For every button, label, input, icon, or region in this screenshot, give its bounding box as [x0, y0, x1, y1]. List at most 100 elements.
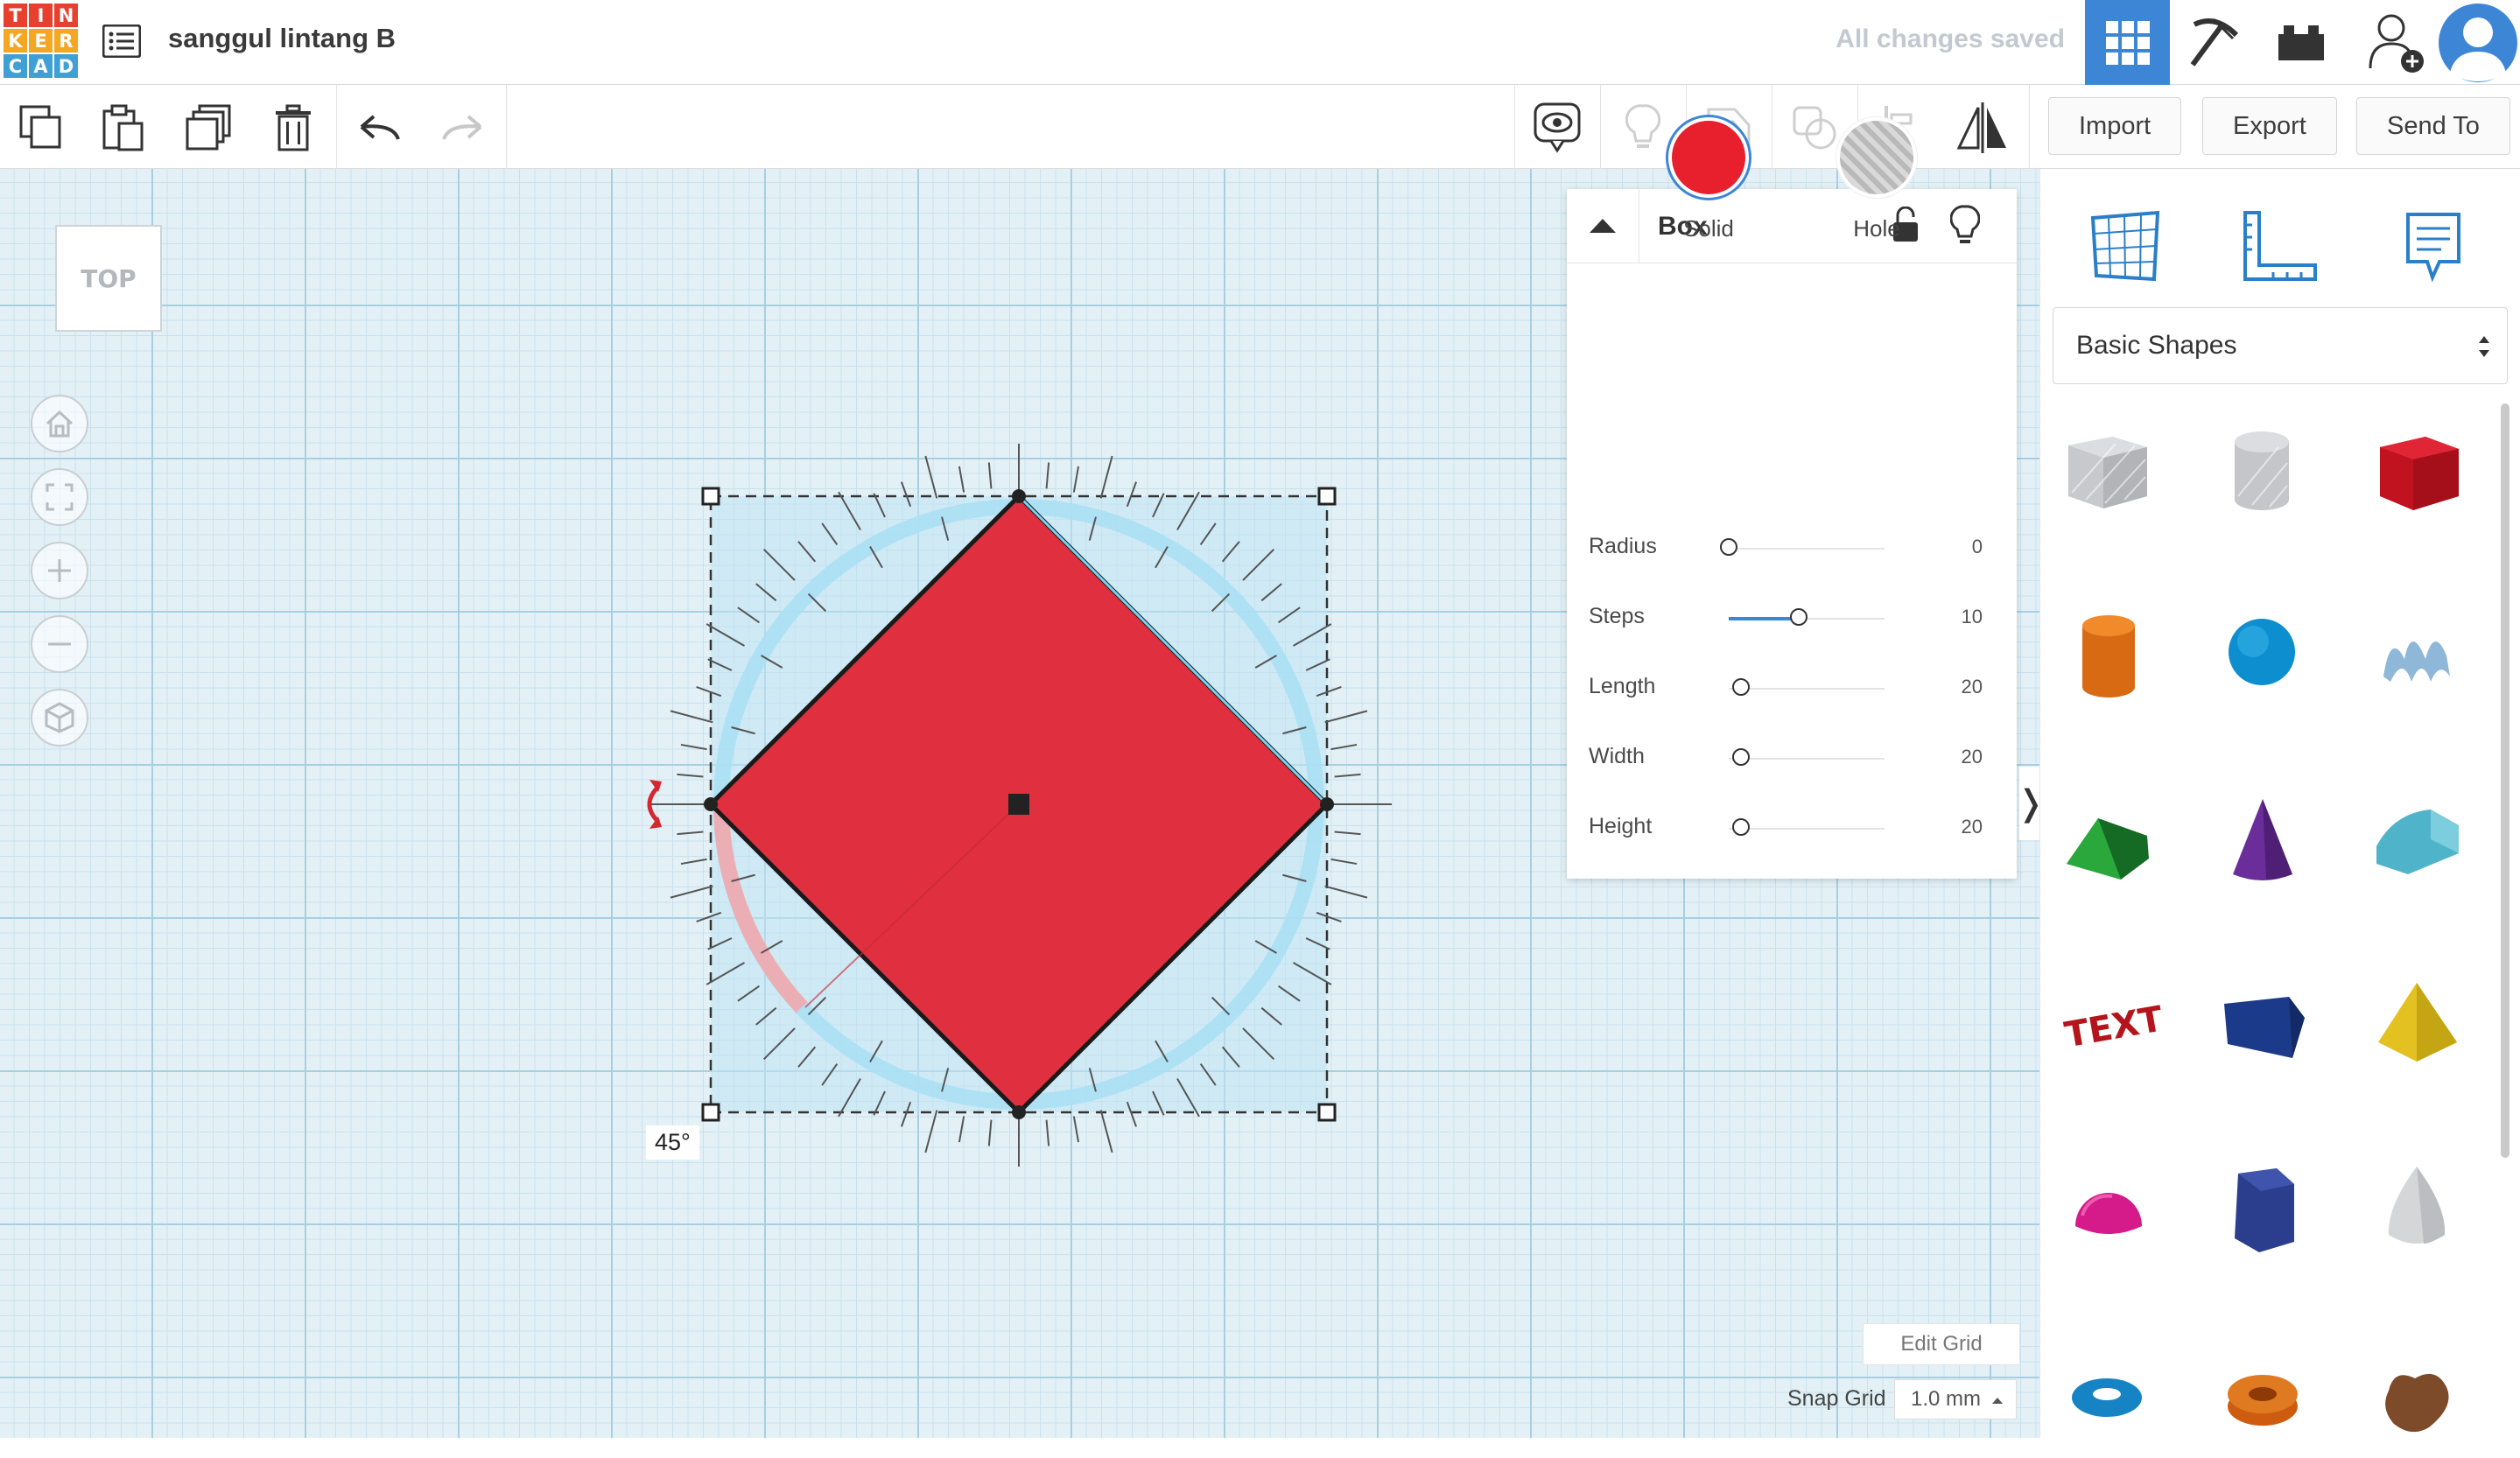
- shape-library-select[interactable]: Basic Shapes: [2053, 307, 2508, 384]
- panel-scrollbar[interactable]: [2501, 403, 2509, 1158]
- avatar-icon: [2438, 3, 2517, 82]
- param-radius: Radius 0: [1589, 530, 1991, 565]
- shape-polygon[interactable]: [2205, 969, 2319, 1083]
- vertex-handle-left[interactable]: [704, 797, 718, 811]
- polygon-icon: [2224, 997, 2305, 1058]
- design-menu-icon[interactable]: [102, 23, 142, 60]
- shape-hexagonal-prism[interactable]: [2205, 1154, 2319, 1268]
- shape-tube[interactable]: [2205, 1340, 2319, 1454]
- rotation-tick: [987, 1119, 993, 1146]
- vertex-handle-bottom[interactable]: [1012, 1105, 1026, 1119]
- param-slider-knob[interactable]: [1732, 748, 1751, 766]
- vertex-handle-right[interactable]: [1320, 797, 1334, 811]
- param-slider-track[interactable]: [1729, 688, 1885, 690]
- shape-round-roof[interactable]: [2359, 783, 2473, 897]
- shape-pyramid[interactable]: [2359, 969, 2473, 1083]
- mirror-button[interactable]: [1955, 101, 2010, 155]
- solid-swatch[interactable]: [1668, 117, 1749, 198]
- snap-grid-value: 1.0 mm: [1911, 1387, 1982, 1411]
- param-slider-track[interactable]: [1729, 828, 1885, 830]
- rotation-tick: [670, 885, 713, 899]
- shape-text[interactable]: TEXT: [2051, 969, 2167, 1083]
- param-value[interactable]: 20: [1962, 746, 1983, 768]
- shape-box[interactable]: [2359, 412, 2473, 526]
- param-slider-knob[interactable]: [1732, 678, 1751, 696]
- shape-box-hole[interactable]: [2051, 412, 2165, 526]
- workplane-tab[interactable]: [2077, 199, 2173, 295]
- param-slider-track[interactable]: [1729, 548, 1885, 550]
- corner-handle-top-left[interactable]: [701, 487, 720, 506]
- shape-cone[interactable]: [2205, 783, 2319, 897]
- hide-shape-button[interactable]: [1949, 205, 1981, 251]
- invite-user-button[interactable]: [2355, 0, 2439, 85]
- param-slider-fill: [1729, 617, 1800, 620]
- param-slider-knob[interactable]: [1790, 608, 1808, 626]
- import-button[interactable]: Import: [2048, 97, 2182, 155]
- rotation-tick: [1045, 1119, 1050, 1146]
- notes-tab[interactable]: [2385, 199, 2481, 295]
- shape-paraboloid[interactable]: [2359, 1154, 2473, 1268]
- logo-letter: N: [54, 4, 78, 27]
- mirror-icon: [1956, 102, 2006, 153]
- trash-icon: [276, 104, 311, 151]
- send-to-button[interactable]: Send To: [2356, 97, 2510, 155]
- export-button[interactable]: Export: [2202, 97, 2337, 155]
- blocks-view-button[interactable]: [2172, 0, 2257, 85]
- user-avatar[interactable]: [2435, 0, 2520, 85]
- shape-scribble[interactable]: [2359, 598, 2473, 711]
- shape-torus[interactable]: [2051, 1340, 2165, 1454]
- corner-handle-bottom-left[interactable]: [701, 1103, 720, 1122]
- edit-grid-button[interactable]: Edit Grid: [1863, 1323, 2020, 1365]
- paste-button[interactable]: [96, 101, 151, 155]
- svg-text:TEXT: TEXT: [2062, 999, 2165, 1055]
- param-label: Height: [1589, 814, 1653, 838]
- vertex-handle-top[interactable]: [1012, 489, 1026, 503]
- shape-heart[interactable]: [2359, 1340, 2473, 1454]
- param-slider-knob[interactable]: [1720, 538, 1737, 556]
- param-value[interactable]: 20: [1962, 816, 1983, 838]
- snap-grid-label: Snap Grid: [1787, 1386, 1886, 1411]
- collapse-inspector-button[interactable]: [1567, 189, 1639, 263]
- shape-half-sphere[interactable]: [2051, 1154, 2165, 1268]
- param-value[interactable]: 20: [1962, 676, 1983, 698]
- design-title[interactable]: sanggul lintang B: [168, 23, 396, 54]
- redo-button[interactable]: [435, 101, 489, 155]
- hole-swatch[interactable]: [1836, 117, 1917, 198]
- shape-cylinder[interactable]: [2051, 598, 2165, 711]
- param-label: Steps: [1589, 604, 1645, 628]
- hole-option[interactable]: Hole: [1824, 117, 1929, 242]
- 3d-view-button[interactable]: [2085, 0, 2170, 85]
- cone-icon: [2233, 799, 2292, 880]
- select-arrows-icon: [2479, 336, 2489, 357]
- copy-button[interactable]: [14, 101, 68, 155]
- shape-sphere[interactable]: [2205, 598, 2319, 711]
- save-status: All changes saved: [1836, 25, 2065, 53]
- param-length: Length 20: [1589, 670, 1991, 705]
- roof-icon: [2067, 818, 2149, 880]
- shape-cylinder-hole[interactable]: [2205, 412, 2319, 526]
- hole-label: Hole: [1853, 215, 1900, 242]
- corner-handle-bottom-right[interactable]: [1317, 1103, 1337, 1122]
- undo-button[interactable]: [353, 101, 407, 155]
- snap-grid-select[interactable]: 1.0 mm: [1894, 1379, 2017, 1419]
- param-label: Width: [1589, 744, 1645, 768]
- center-handle[interactable]: [1008, 794, 1029, 815]
- param-slider-knob[interactable]: [1732, 818, 1751, 836]
- scribble-icon: [2383, 641, 2450, 682]
- corner-handle-top-right[interactable]: [1317, 487, 1337, 506]
- tinkercad-logo[interactable]: TIN KER CAD: [4, 4, 79, 79]
- shape-roof[interactable]: [2051, 783, 2165, 897]
- param-value[interactable]: 10: [1962, 606, 1983, 628]
- param-slider-track[interactable]: [1729, 758, 1885, 760]
- logo-letter: K: [4, 29, 27, 53]
- pyramid-icon: [2378, 983, 2457, 1062]
- delete-button[interactable]: [266, 101, 320, 155]
- show-all-button[interactable]: [1530, 101, 1584, 155]
- solid-option[interactable]: Solid: [1656, 117, 1761, 242]
- ruler-tab[interactable]: [2231, 199, 2327, 295]
- duplicate-button[interactable]: [182, 101, 236, 155]
- logo-letter: T: [4, 4, 27, 27]
- duplicate-icon: [186, 104, 231, 151]
- bricks-view-button[interactable]: [2258, 0, 2343, 85]
- param-value[interactable]: 0: [1972, 536, 1983, 558]
